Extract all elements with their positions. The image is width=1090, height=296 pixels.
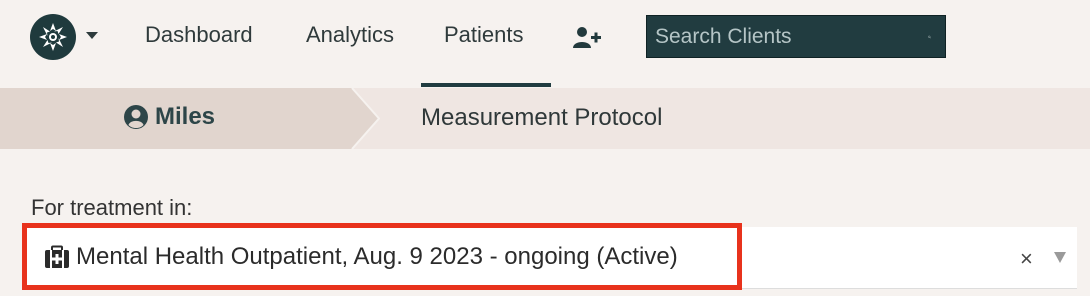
nav-item-analytics[interactable]: Analytics <box>306 22 394 48</box>
breadcrumb-patient-link[interactable]: Miles <box>123 103 215 131</box>
patient-name: Miles <box>155 103 216 130</box>
logo-dropdown-caret-icon[interactable] <box>86 32 98 39</box>
treatment-label: For treatment in: <box>31 195 193 220</box>
top-navigation: Dashboard Analytics Patients <box>0 0 1090 88</box>
treatment-selected-text: Mental Health Outpatient, Aug. 9 2023 - … <box>76 243 678 270</box>
user-circle-icon <box>124 105 148 129</box>
search-icon[interactable] <box>928 25 931 49</box>
nav-item-dashboard[interactable]: Dashboard <box>145 22 253 48</box>
search-box <box>646 15 946 58</box>
search-input[interactable] <box>647 15 928 58</box>
breadcrumb-patient[interactable]: Miles <box>0 88 380 149</box>
dropdown-arrow-icon[interactable] <box>1054 252 1066 263</box>
breadcrumb: Miles Measurement Protocol <box>0 88 1090 149</box>
logo-icon <box>39 23 67 51</box>
active-tab-indicator <box>421 83 551 87</box>
medical-kit-icon <box>45 245 69 268</box>
breadcrumb-current-page: Measurement Protocol <box>421 104 663 131</box>
nav-item-patients[interactable]: Patients <box>444 22 524 48</box>
user-plus-icon[interactable] <box>572 26 602 50</box>
logo-button[interactable] <box>30 14 76 60</box>
clear-selection-button[interactable]: × <box>1020 246 1033 272</box>
treatment-selected-value[interactable]: Mental Health Outpatient, Aug. 9 2023 - … <box>44 243 678 271</box>
